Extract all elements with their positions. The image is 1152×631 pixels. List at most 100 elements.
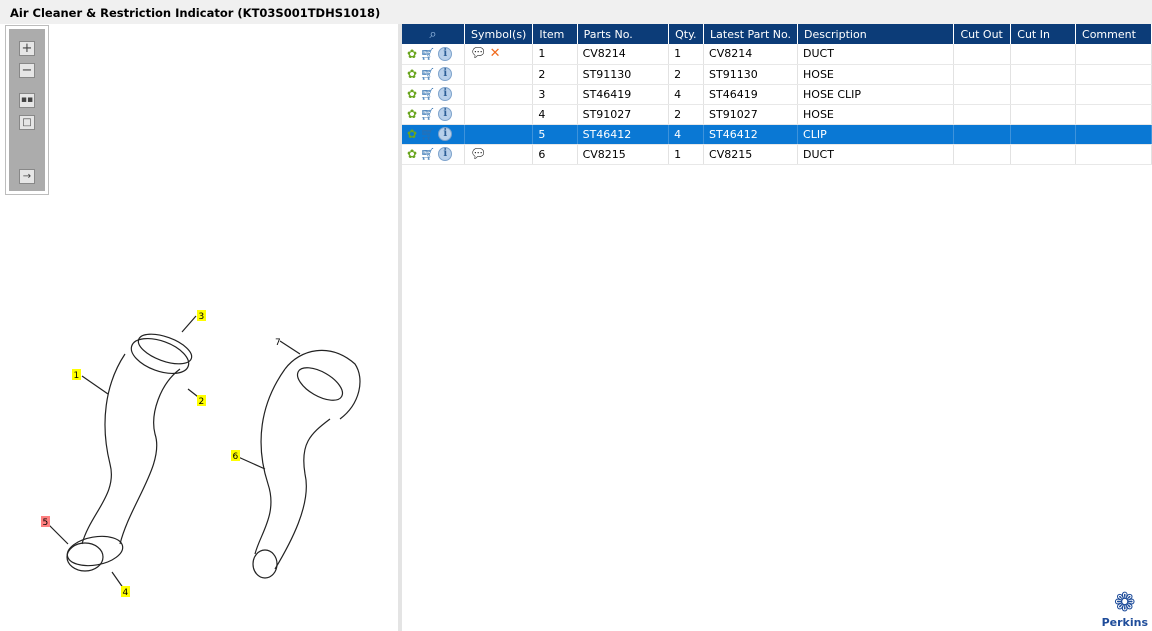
cut-in-cell bbox=[1010, 124, 1077, 145]
callout-3[interactable]: 3 bbox=[199, 312, 205, 322]
qty-cell: 2 bbox=[668, 64, 705, 85]
comment-cell bbox=[1075, 124, 1152, 145]
description-cell: DUCT bbox=[797, 144, 955, 165]
table-row[interactable]: ✿ 🛒︎ i 💬︎ ✕ 1 CV8214 1 CV8214 DUCT bbox=[402, 44, 1152, 65]
cart-icon[interactable]: 🛒︎ bbox=[420, 107, 435, 121]
gear-icon[interactable]: ✿ bbox=[407, 127, 417, 141]
cart-icon[interactable]: 🛒︎ bbox=[420, 87, 435, 101]
col-description[interactable]: Description bbox=[797, 24, 955, 44]
cut-in-cell bbox=[1010, 144, 1077, 165]
qty-cell: 1 bbox=[668, 44, 705, 65]
item-cell: 4 bbox=[532, 104, 578, 125]
latest-part-cell: ST46412 bbox=[703, 124, 799, 145]
symbols-cell bbox=[464, 84, 534, 105]
cart-icon[interactable]: 🛒︎ bbox=[420, 147, 435, 161]
callout-7[interactable]: 7 bbox=[275, 338, 281, 348]
gear-icon[interactable]: ✿ bbox=[407, 147, 417, 161]
table-row[interactable]: ✿ 🛒︎ i 5 ST46412 4 ST46412 CLIP bbox=[402, 124, 1152, 145]
table-row[interactable]: ✿ 🛒︎ i 4 ST91027 2 ST91027 HOSE bbox=[402, 104, 1152, 125]
qty-cell: 4 bbox=[668, 84, 705, 105]
note-icon[interactable]: 💬︎ bbox=[470, 46, 487, 61]
item-cell: 3 bbox=[532, 84, 578, 105]
item-cell: 6 bbox=[532, 144, 578, 165]
callout-5[interactable]: 5 bbox=[43, 518, 49, 528]
description-cell: HOSE bbox=[797, 64, 955, 85]
toggle-list-button[interactable]: → bbox=[19, 169, 35, 184]
cart-icon[interactable]: 🛒︎ bbox=[420, 67, 435, 81]
symbols-cell bbox=[464, 104, 534, 125]
comment-cell bbox=[1075, 64, 1152, 85]
search-column-header[interactable]: ⌕ bbox=[402, 24, 466, 44]
cut-out-cell bbox=[953, 104, 1012, 125]
latest-part-cell: ST91130 bbox=[703, 64, 799, 85]
info-icon[interactable]: i bbox=[438, 46, 453, 61]
item-cell: 2 bbox=[532, 64, 578, 85]
callout-2[interactable]: 2 bbox=[199, 397, 205, 407]
col-parts-no[interactable]: Parts No. bbox=[577, 24, 670, 44]
description-cell: HOSE CLIP bbox=[797, 84, 955, 105]
fit-window-button[interactable]: □ bbox=[19, 115, 35, 130]
gear-icon[interactable]: ✿ bbox=[407, 47, 417, 61]
col-item[interactable]: Item bbox=[532, 24, 578, 44]
cut-out-cell bbox=[953, 64, 1012, 85]
gear-icon[interactable]: ✿ bbox=[407, 87, 417, 101]
zoom-in-button[interactable]: + bbox=[19, 41, 35, 56]
part-no-cell: CV8215 bbox=[577, 144, 670, 165]
info-icon[interactable]: i bbox=[438, 107, 453, 121]
search-icon[interactable]: ⌕ bbox=[429, 27, 436, 42]
info-icon[interactable]: i bbox=[438, 127, 453, 141]
gear-icon[interactable]: ✿ bbox=[407, 107, 417, 121]
info-icon[interactable]: i bbox=[438, 67, 453, 81]
comment-cell bbox=[1075, 144, 1152, 165]
col-symbols[interactable]: Symbol(s) bbox=[464, 24, 534, 44]
cart-icon[interactable]: 🛒︎ bbox=[420, 47, 435, 61]
cut-in-cell bbox=[1010, 84, 1077, 105]
parts-drawing: 1 2 3 4 5 6 7 bbox=[41, 310, 361, 598]
part-no-cell: ST91027 bbox=[577, 104, 670, 125]
symbols-cell: 💬︎ ✕ bbox=[464, 44, 534, 65]
part-no-cell: ST46412 bbox=[577, 124, 670, 145]
info-icon[interactable]: i bbox=[438, 147, 453, 161]
cut-in-cell bbox=[1010, 64, 1077, 85]
part-no-cell: CV8214 bbox=[577, 44, 670, 65]
drawing-pane: + − ▪▪ □ → 1 2 3 4 5 6 7 bbox=[0, 24, 398, 631]
col-cut-in[interactable]: Cut In bbox=[1010, 24, 1077, 44]
col-comment[interactable]: Comment bbox=[1075, 24, 1152, 44]
cart-icon[interactable]: 🛒︎ bbox=[420, 127, 435, 141]
comment-cell bbox=[1075, 104, 1152, 125]
callout-4[interactable]: 4 bbox=[123, 588, 129, 598]
item-cell: 5 bbox=[532, 124, 578, 145]
latest-part-cell: ST46419 bbox=[703, 84, 799, 105]
latest-part-cell: ST91027 bbox=[703, 104, 799, 125]
viewer-toolbar: + − ▪▪ □ → bbox=[5, 25, 49, 195]
perkins-logo: ❁ Perkins bbox=[1101, 588, 1148, 629]
window-title: Air Cleaner & Restriction Indicator (KT0… bbox=[0, 0, 1152, 24]
note-icon[interactable]: 💬︎ bbox=[470, 147, 487, 162]
latest-part-cell: CV8215 bbox=[703, 144, 799, 165]
part-no-cell: ST91130 bbox=[577, 64, 670, 85]
symbols-cell: 💬︎ bbox=[464, 144, 534, 165]
zoom-out-button[interactable]: − bbox=[19, 63, 35, 78]
comment-cell bbox=[1075, 44, 1152, 65]
table-row[interactable]: ✿ 🛒︎ i 2 ST91130 2 ST91130 HOSE bbox=[402, 64, 1152, 85]
callout-6[interactable]: 6 bbox=[233, 452, 239, 462]
callout-1[interactable]: 1 bbox=[74, 371, 80, 381]
cut-out-cell bbox=[953, 44, 1012, 65]
col-qty[interactable]: Qty. bbox=[668, 24, 705, 44]
table-row[interactable]: ✿ 🛒︎ i 💬︎ 6 CV8215 1 CV8215 DUCT bbox=[402, 144, 1152, 165]
cut-out-cell bbox=[953, 84, 1012, 105]
parts-list-pane: ⌕ Symbol(s) Item Parts No. Qty. Latest P… bbox=[402, 24, 1152, 631]
qty-cell: 4 bbox=[668, 124, 705, 145]
info-icon[interactable]: i bbox=[438, 87, 453, 101]
fit-all-button[interactable]: ▪▪ bbox=[19, 93, 35, 108]
cut-out-cell bbox=[953, 144, 1012, 165]
description-cell: HOSE bbox=[797, 104, 955, 125]
symbols-cell bbox=[464, 124, 534, 145]
col-latest-part-no[interactable]: Latest Part No. bbox=[703, 24, 799, 44]
col-cut-out[interactable]: Cut Out bbox=[953, 24, 1012, 44]
part-no-cell: ST46419 bbox=[577, 84, 670, 105]
latest-part-cell: CV8214 bbox=[703, 44, 799, 65]
table-row[interactable]: ✿ 🛒︎ i 3 ST46419 4 ST46419 HOSE CLIP bbox=[402, 84, 1152, 105]
gear-icon[interactable]: ✿ bbox=[407, 67, 417, 81]
cross-icon[interactable]: ✕ bbox=[490, 46, 501, 61]
